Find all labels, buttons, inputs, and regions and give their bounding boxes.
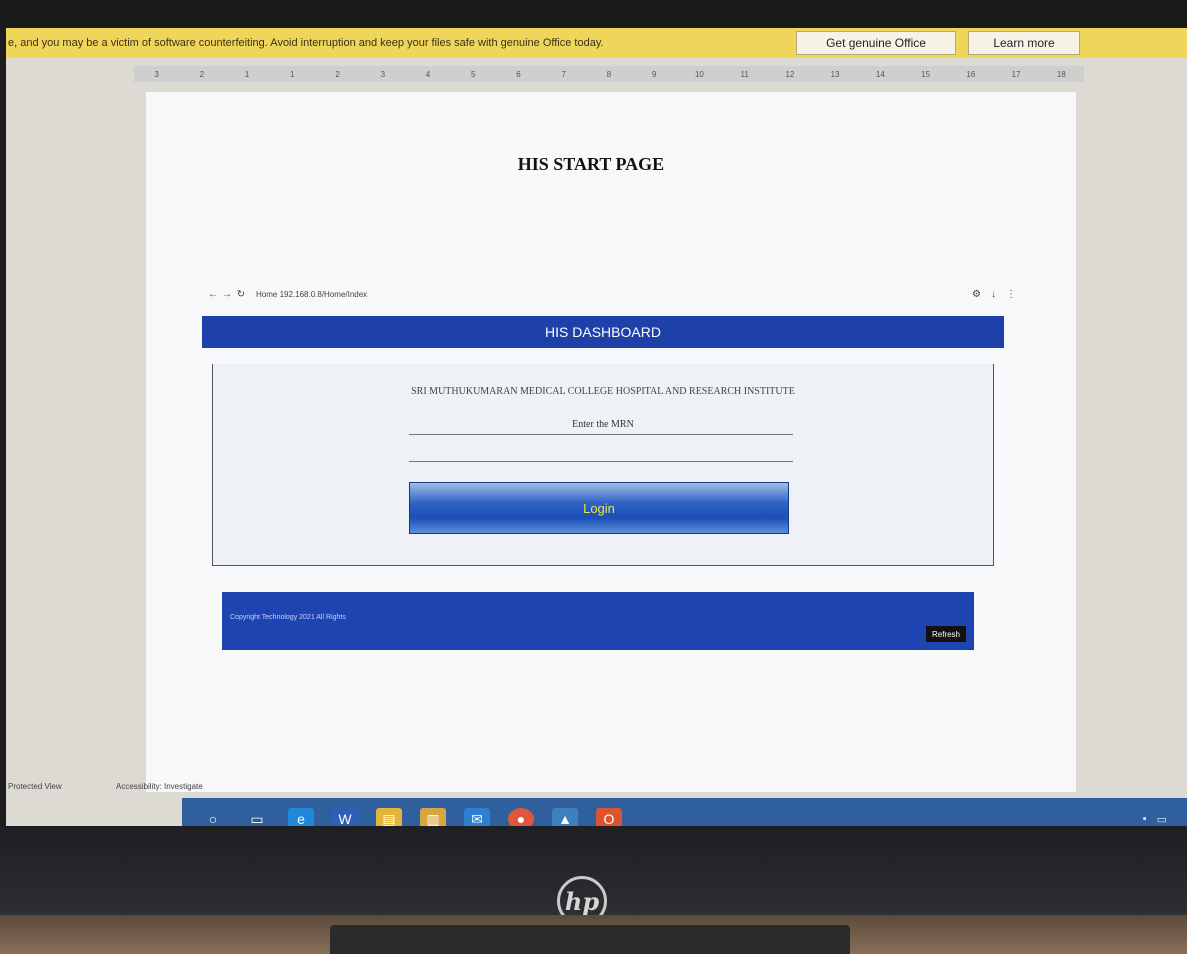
ruler-tick-label: 1 [290,69,295,79]
word-ruler[interactable]: 3 2 1 1 2 3 4 5 6 7 8 9 10 11 12 13 14 15 16 17 18 [134,66,1084,82]
mrn-input[interactable] [409,434,793,462]
tray-icon[interactable]: ▪ [1143,813,1147,826]
ruler-tick-label: 14 [875,69,885,79]
notification-icon[interactable]: ▭ [1157,813,1167,826]
ruler-tick-label: 17 [1011,69,1021,79]
word-icon[interactable]: W [332,808,358,826]
folder-icon[interactable]: ▥ [420,808,446,826]
status-accessibility[interactable]: Accessibility: Investigate [116,782,203,791]
search-circle-icon[interactable]: ○ [200,808,226,826]
ruler-tick-label: 8 [606,69,612,79]
footer-copyright: Copyright Technology 2021 All Rights [230,614,346,621]
ruler-tick-label: 2 [199,69,205,79]
ruler-tick-label: 2 [335,69,340,79]
ruler-tick-label: 6 [516,69,521,79]
ruler-tick-label: 3 [380,69,386,79]
ruler-tick-label: 10 [694,69,704,79]
mail-icon[interactable]: ✉ [464,808,490,826]
office-activation-banner: e, and you may be a victim of software c… [6,28,1187,58]
task-view-icon[interactable]: ▭ [244,808,270,827]
status-protected-view: Protected View [8,782,62,791]
ruler-tick-label: 7 [561,69,566,79]
document-title: HIS START PAGE [517,154,665,174]
forward-arrow-icon: → [222,288,232,300]
monitor-screen: e, and you may be a victim of software c… [6,28,1187,826]
browser-toolbar-image: ← → ↻ Home 192.168.0.8/Home/Index ⚙ ↓ ⋮ [206,286,1016,302]
ruler-tick-label: 11 [740,69,749,79]
chrome-icon[interactable]: ● [508,808,534,826]
dashboard-header: HIS DASHBOARD [202,316,1004,348]
mrn-label: Enter the MRN [572,419,634,430]
edge-icon[interactable]: e [288,808,314,826]
office-banner-message: e, and you may be a victim of software c… [8,37,604,49]
monitor-stand [330,925,850,954]
footer-refresh-button[interactable]: Refresh [925,626,966,642]
ruler-tick-label: 4 [425,69,431,79]
ruler-tick-label: 13 [830,69,840,79]
menu-dots-icon: ⋮ [1006,288,1016,300]
extensions-icon: ⚙ [972,288,981,300]
learn-more-button[interactable]: Learn more [968,31,1080,55]
word-document-page: HIS START PAGE ← → ↻ Home 192.168.0.8/Ho… [146,92,1076,792]
windows-taskbar: ○ ▭ e W ▤ ▥ ✉ ● ▲ O ▪ ▭ [182,798,1187,826]
room-background [0,0,1187,30]
file-explorer-icon[interactable]: ▤ [376,808,402,826]
institute-name: SRI MUTHUKUMARAN MEDICAL COLLEGE HOSPITA… [411,386,795,397]
photos-icon[interactable]: ▲ [552,808,578,826]
ruler-tick-label: 15 [921,69,931,79]
ruler-tick-label: 3 [154,69,159,79]
ruler-tick-label: 9 [651,69,657,79]
ruler-tick-label: 16 [966,69,976,79]
ruler-tick-label: 12 [785,69,795,79]
office-icon[interactable]: O [596,808,622,826]
ruler-tick-label: 5 [471,69,476,79]
get-genuine-office-button[interactable]: Get genuine Office [796,31,956,55]
download-icon: ↓ [991,288,996,300]
back-arrow-icon: ← [208,288,218,300]
ruler-tick-label: 18 [1056,69,1066,79]
ruler-tick-label: 1 [244,69,250,79]
browser-address: Home 192.168.0.8/Home/Index [256,289,368,299]
login-button[interactable]: Login [409,482,789,534]
dashboard-footer: Copyright Technology 2021 All Rights Ref… [222,592,974,650]
login-card: SRI MUTHUKUMARAN MEDICAL COLLEGE HOSPITA… [212,364,994,566]
system-tray: ▪ ▭ [1143,813,1167,826]
reload-icon: ↻ [236,288,246,300]
